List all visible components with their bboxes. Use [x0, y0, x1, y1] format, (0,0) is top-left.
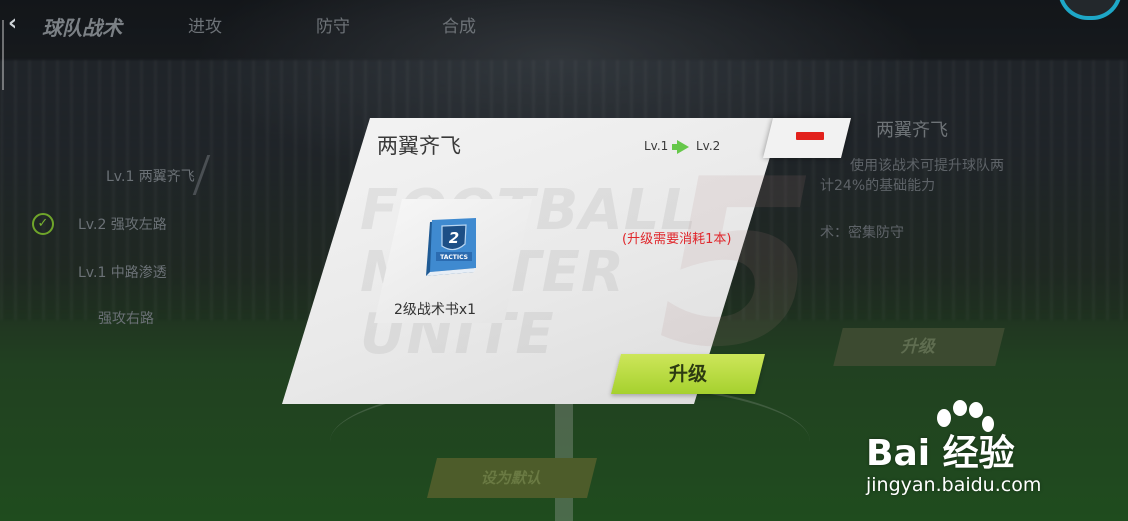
detail-counter: 术：密集防守: [820, 225, 904, 241]
detail-title: 两翼齐飞: [876, 120, 948, 141]
upgrade-button-label[interactable]: 升级: [616, 354, 760, 394]
tab-defense[interactable]: 防守: [316, 12, 350, 37]
watermark-url: jingyan.baidu.com: [866, 474, 1042, 496]
book-number: 2: [449, 229, 459, 247]
game-screen: ‹ 球队战术 进攻 防守 合成 Lv.1 两翼齐飞 ✓ Lv.2 强攻左路 Lv…: [0, 0, 1128, 521]
book-word: TACTICS: [440, 254, 468, 261]
dialog-watermark-number: 5: [658, 131, 819, 398]
baidu-logo: Bai 经验: [866, 433, 1015, 474]
arrow-right-icon: [677, 140, 689, 154]
set-default-label: 设为默认: [479, 469, 545, 487]
detail-description: 使用该战术可提升球队两 计24%的基础能力: [820, 156, 1050, 196]
minus-icon[interactable]: [796, 132, 824, 140]
list-item[interactable]: Lv.1 两翼齐飞: [106, 166, 195, 186]
detail-desc-line2: 计24%的基础能力: [820, 178, 936, 194]
level-from: Lv.1: [644, 139, 669, 153]
detail-desc-line1: 使用该战术可提升球队两: [850, 158, 1004, 174]
list-item[interactable]: Lv.1 中路渗透: [78, 262, 167, 282]
list-item[interactable]: 强攻右路: [98, 308, 154, 328]
item-label: 2级战术书x1: [393, 302, 477, 318]
tab-attack[interactable]: 进攻: [188, 12, 222, 37]
cost-text: (升级需要消耗1本): [622, 232, 732, 247]
dialog-title: 两翼齐飞: [377, 134, 461, 158]
set-default-button[interactable]: 设为默认: [427, 458, 597, 498]
chevron-left-icon[interactable]: ‹: [8, 12, 22, 36]
list-item[interactable]: Lv.2 强攻左路: [78, 214, 167, 234]
page-title: 球队战术: [42, 16, 122, 40]
background-upgrade-button[interactable]: 升级: [833, 328, 1005, 366]
background-upgrade-label: 升级: [899, 337, 939, 357]
tab-synthesis[interactable]: 合成: [442, 12, 476, 37]
check-icon: ✓: [32, 213, 54, 235]
tactics-book-icon: 2 TACTICS: [426, 218, 476, 276]
level-to: Lv.2: [696, 139, 721, 153]
